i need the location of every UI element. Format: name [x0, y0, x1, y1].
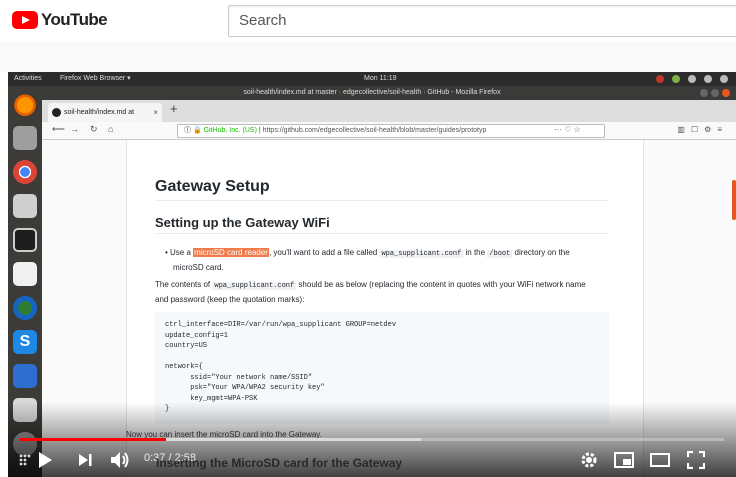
firefox-title-bar: soil-health/index.md at master · edgecol… — [8, 86, 736, 100]
close-icon — [722, 89, 730, 97]
bullet-text: directory on the — [512, 248, 570, 257]
inline-code: /boot — [487, 250, 513, 258]
fullscreen-button[interactable] — [684, 450, 708, 470]
activities-button: Activities — [14, 75, 42, 82]
vscode-icon — [13, 364, 37, 388]
camera-icon — [13, 194, 37, 218]
github-icon — [52, 108, 61, 117]
new-tab-icon: + — [170, 101, 178, 116]
minimize-icon — [700, 89, 708, 97]
inline-code: wpa_supplicant.conf — [212, 282, 297, 290]
heading-divider — [155, 233, 609, 234]
theater-mode-button[interactable] — [648, 450, 672, 470]
window-title: soil-health/index.md at master · edgecol… — [243, 89, 501, 96]
miniplayer-button[interactable] — [612, 450, 636, 470]
search-input[interactable]: Search — [228, 5, 736, 37]
back-icon: ⟵ — [52, 124, 65, 134]
home-icon: ⌂ — [108, 124, 114, 134]
toolbar-icons: ▥☐⚙≡ — [677, 125, 728, 134]
app-menu: Firefox Web Browser ▾ — [60, 75, 131, 82]
browser-tab: soil-health/index.md at × — [48, 103, 162, 122]
ubuntu-top-bar: Activities Firefox Web Browser ▾ Mon 11:… — [8, 72, 736, 86]
youtube-logo-text: YouTube — [41, 10, 108, 29]
url-bar: ⓘ 🔒 GitHub, Inc. (US) | https://github.c… — [177, 124, 605, 138]
tray-app-icon — [672, 75, 680, 83]
page-actions: ··· ♡ ☆ — [554, 125, 581, 134]
scrollbar — [732, 180, 736, 220]
settings-button[interactable] — [578, 450, 600, 470]
section-heading: Setting up the Gateway WiFi — [155, 215, 330, 230]
paragraph: The contents of wpa_supplicant.conf shou… — [155, 278, 615, 306]
firefox-icon — [13, 92, 37, 116]
bullet-text: in the — [463, 248, 488, 257]
progress-bar[interactable] — [20, 438, 724, 441]
video-player[interactable]: Activities Firefox Web Browser ▾ Mon 11:… — [8, 72, 736, 477]
bullet-item: • Use a microSD card reader, you'll want… — [165, 246, 605, 274]
tab-title: soil-health/index.md at — [64, 109, 135, 116]
info-icon: ⓘ — [184, 127, 193, 134]
paragraph-text: should be as below (replacing the conten… — [296, 280, 586, 289]
bullet-text: , you'll want to add a file called — [268, 248, 380, 257]
section-heading: Inserting the MicroSD card for the Gatew… — [156, 456, 403, 470]
bullet-text: microSD card. — [173, 263, 224, 272]
globe-icon — [13, 296, 37, 320]
forward-icon: → — [70, 124, 79, 134]
power-icon — [720, 75, 728, 83]
tab-close-icon: × — [153, 108, 158, 117]
clock: Mon 11:19 — [364, 75, 397, 82]
youtube-logo[interactable]: YouTube — [12, 10, 108, 30]
played-bar — [20, 438, 166, 441]
youtube-play-logo-icon — [12, 11, 38, 29]
maximize-icon — [711, 89, 719, 97]
drag-handle-icon[interactable] — [14, 450, 36, 470]
skype-icon: S — [13, 330, 37, 354]
youtube-masthead: YouTube Search — [0, 0, 736, 42]
next-button[interactable] — [74, 450, 96, 470]
page-title: Gateway Setup — [155, 178, 270, 195]
highlighted-link: microSD card reader — [193, 248, 269, 257]
heading-divider — [155, 200, 609, 201]
chrome-icon — [13, 160, 37, 184]
window-controls — [700, 89, 730, 97]
firefox-tab-bar: soil-health/index.md at × + — [42, 100, 736, 122]
bullet-text: Use a — [170, 248, 194, 257]
reload-icon: ↻ — [90, 124, 98, 134]
page-background — [0, 42, 736, 72]
paragraph-text: The contents of — [155, 280, 213, 289]
text-editor-icon — [13, 262, 37, 286]
url-text: https://github.com/edgecollective/soil-h… — [262, 127, 487, 134]
files-icon — [13, 126, 37, 150]
volume-icon — [704, 75, 712, 83]
volume-button[interactable] — [108, 450, 132, 470]
inline-code: wpa_supplicant.conf — [379, 250, 464, 258]
tray-app-icon — [656, 75, 664, 83]
wifi-icon — [688, 75, 696, 83]
play-button[interactable] — [34, 450, 56, 470]
paragraph-text: and password (keep the quotation marks): — [155, 295, 305, 304]
firefox-nav-bar: ⟵ → ↻ ⌂ ⓘ 🔒 GitHub, Inc. (US) | https://… — [42, 122, 736, 140]
lock-icon: 🔒 — [192, 127, 202, 134]
terminal-icon — [13, 228, 37, 252]
site-identity: GitHub, Inc. (US) — [203, 127, 257, 134]
system-tray — [656, 72, 728, 83]
